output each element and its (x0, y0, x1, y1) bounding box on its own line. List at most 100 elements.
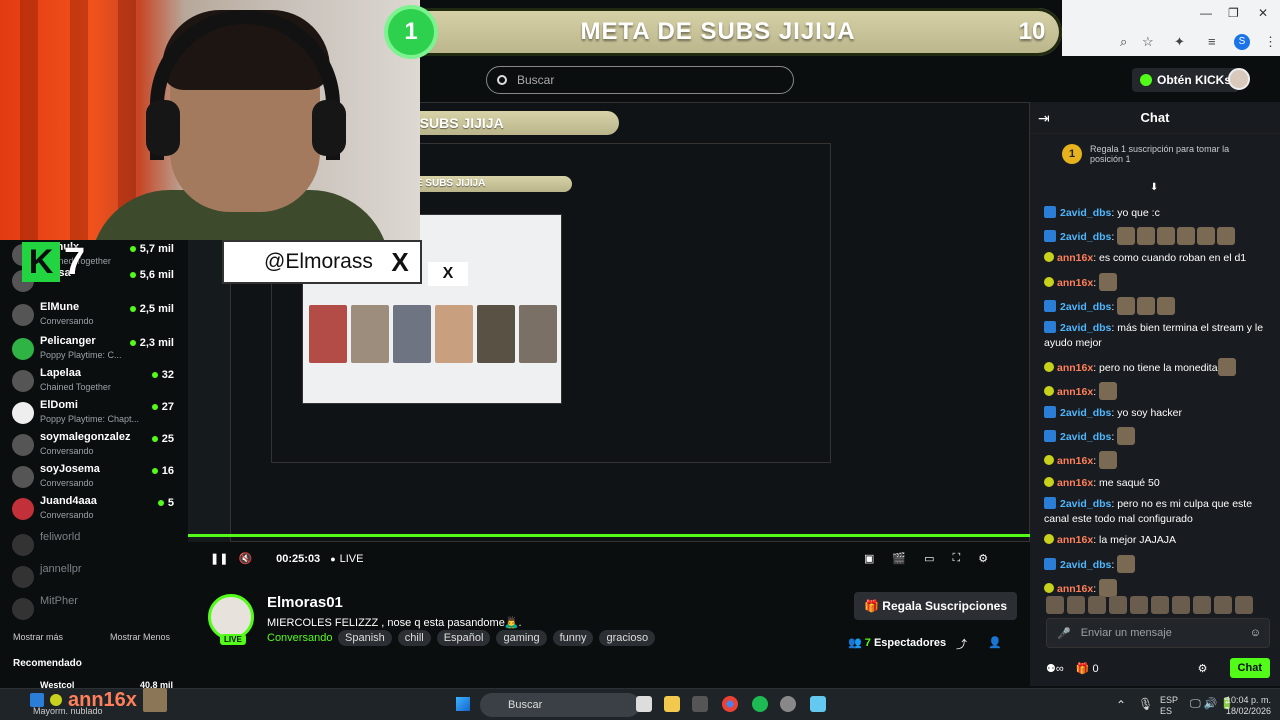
sidebar-channel[interactable]: ElMune Conversando 2,5 mil (12, 300, 182, 330)
share-icon[interactable]: ⤴ (956, 636, 967, 652)
followed-channels-sidebar: Samulx Chained Together 5,7 mil Illissa … (0, 240, 188, 690)
show-more-link[interactable]: Mostrar más (13, 632, 63, 642)
tag[interactable]: chill (397, 630, 431, 646)
zoom-icon[interactable]: ⌕ (1120, 34, 1127, 50)
gift-subs-button[interactable]: 🎁 Regala Suscripciones (854, 592, 1017, 620)
emote-icon (1217, 357, 1236, 376)
clock[interactable]: 10:04 p. m. 18/02/2026 (1226, 695, 1271, 717)
profile-avatar[interactable]: S (1234, 34, 1250, 50)
chat-username[interactable]: ann16x (1057, 534, 1093, 546)
sidebar-channel[interactable]: soyJosema Conversando 16 (12, 462, 182, 492)
playlist-icon[interactable]: ≡ (1208, 34, 1216, 49)
chat-username[interactable]: ann16x (1057, 386, 1093, 398)
sidebar-channel[interactable]: ElDomi Poppy Playtime: Chapt... 27 (12, 398, 182, 428)
spotify-icon[interactable] (752, 696, 768, 712)
emote-icon (1117, 296, 1136, 315)
language-indicator[interactable]: ESP ES (1160, 695, 1178, 717)
player-controls: ❚❚ 🔇 00:25:03 LIVE (210, 552, 364, 566)
sidebar-channel[interactable]: soymalegonzalez Conversando 25 (12, 430, 182, 460)
chat-username[interactable]: 2avid_dbs (1060, 559, 1111, 571)
emoji-icon[interactable]: ☺ (1250, 627, 1261, 639)
emote-icon (1117, 554, 1136, 573)
tag[interactable]: funny (552, 630, 594, 646)
viewer-count: 👥 7 Espectadores (848, 637, 947, 649)
sidebar-channel-offline[interactable]: jannellpr (12, 562, 182, 592)
live-indicator: LIVE (330, 553, 364, 565)
chat-username[interactable]: ann16x (1057, 362, 1093, 374)
extensions-icon[interactable]: ✦ (1174, 34, 1185, 50)
emote-icon (1099, 451, 1118, 470)
chat-username[interactable]: ann16x (1057, 477, 1093, 489)
pause-icon[interactable]: ❚❚ (210, 552, 228, 565)
weather-widget[interactable]: Mayorm. nublado (33, 706, 103, 716)
search-input[interactable]: Buscar (486, 66, 794, 94)
streamer-name[interactable]: Elmoras01 (267, 594, 343, 611)
chat-username[interactable]: 2avid_dbs (1060, 431, 1111, 443)
chat-username[interactable]: ann16x (1057, 455, 1093, 467)
sub-badge-icon (1044, 557, 1056, 570)
chat-username[interactable]: 2avid_dbs (1060, 322, 1111, 334)
chat-messages: 2avid_dbs: yo que :c 2avid_dbs: ann16x: e… (1044, 206, 1274, 603)
minimize-icon[interactable]: — (1200, 6, 1212, 20)
follow-user-icon[interactable]: 👤 (988, 636, 1002, 649)
tag[interactable]: Español (436, 630, 491, 646)
show-hidden-icons[interactable]: ⌃ (1116, 698, 1126, 712)
clip-icon[interactable]: 🎬 (892, 552, 906, 565)
chat-username[interactable]: 2avid_dbs (1060, 231, 1111, 243)
sidebar-channel[interactable]: Lapelaa Chained Together 32 (12, 366, 182, 396)
chat-username[interactable]: ann16x (1057, 252, 1093, 264)
close-icon[interactable]: ✕ (1258, 6, 1268, 20)
settings-icon[interactable] (780, 696, 796, 712)
live-badge: LIVE (220, 634, 246, 645)
send-chat-button[interactable]: Chat (1229, 658, 1270, 678)
chat-username[interactable]: 2avid_dbs (1060, 207, 1111, 219)
chat-username[interactable]: 2avid_dbs (1060, 301, 1111, 313)
file-explorer-icon[interactable] (664, 696, 680, 712)
bookmark-star-icon[interactable]: ☆ (1142, 34, 1154, 50)
expand-arrow-icon[interactable]: ⬇ (1150, 182, 1158, 193)
fullscreen-icon[interactable]: ⛶ (953, 552, 961, 565)
chat-text: la mejor JAJAJA (1099, 534, 1177, 547)
get-kicks-button[interactable]: Obtén KICKs (1132, 68, 1240, 92)
notepad-icon[interactable] (810, 696, 826, 712)
maximize-icon[interactable]: ❐ (1228, 6, 1239, 20)
settings-gear-icon[interactable]: ⚙ (978, 552, 988, 565)
chat-title: Chat (1030, 102, 1280, 134)
sidebar-channel-offline[interactable]: feliworld (12, 530, 182, 560)
microphone-tray-icon[interactable]: 🎙 (1138, 697, 1153, 711)
chat-username[interactable]: 2avid_dbs (1060, 407, 1111, 419)
app-icon[interactable] (692, 696, 708, 712)
chat-username[interactable]: ann16x (1057, 583, 1093, 595)
emote-icon (1157, 296, 1176, 315)
tag[interactable]: gracioso (599, 630, 656, 646)
sidebar-channel[interactable]: Juand4aaa Conversando 5 (12, 494, 182, 524)
theater-icon[interactable]: ▭ (924, 552, 934, 565)
show-less-link[interactable]: Mostrar Menos (110, 632, 170, 642)
tag[interactable]: Spanish (338, 630, 392, 646)
menu-dots-icon[interactable]: ⋮ (1264, 34, 1277, 50)
chat-settings-icon[interactable]: ⚙ (1198, 662, 1208, 675)
emote-icon (1217, 227, 1236, 246)
user-avatar[interactable] (1228, 68, 1250, 90)
chat-message: ann16x: pero no tiene la monedita (1044, 357, 1274, 376)
pinned-gift-banner[interactable]: 1 Regala 1 suscripción para tomar la pos… (1062, 144, 1240, 164)
chrome-icon[interactable] (722, 696, 738, 712)
taskbar-search[interactable]: Buscar (480, 693, 640, 717)
sidebar-channel[interactable]: Pelicanger Poppy Playtime: C... 2,3 mil (12, 334, 182, 364)
chat-username[interactable]: ann16x (1057, 277, 1093, 289)
tag[interactable]: gaming (496, 630, 547, 646)
volume-icon[interactable]: 🔇 (238, 552, 252, 565)
chat-username[interactable]: 2avid_dbs (1060, 498, 1111, 510)
gift-icon[interactable]: 🎁 0 (1076, 662, 1099, 675)
sidebar-channel-offline[interactable]: MitPher (12, 594, 182, 624)
points-icon[interactable]: ⚉∞ (1046, 662, 1064, 675)
mic-icon[interactable]: 🎤 (1057, 627, 1071, 640)
subs-goal-bar: 1 META DE SUBS JIJIJA 10 (388, 8, 1062, 56)
windows-start-icon[interactable] (456, 697, 470, 711)
pip-icon[interactable]: ▣ (864, 552, 874, 565)
task-view-icon[interactable] (636, 696, 652, 712)
chat-footer: ⚉∞ 🎁 0 ⚙ Chat (1046, 656, 1270, 680)
chat-input[interactable]: 🎤 Enviar un mensaje ☺ (1046, 618, 1270, 648)
stream-category[interactable]: Conversando (267, 632, 332, 644)
emote-icon (1117, 427, 1136, 446)
